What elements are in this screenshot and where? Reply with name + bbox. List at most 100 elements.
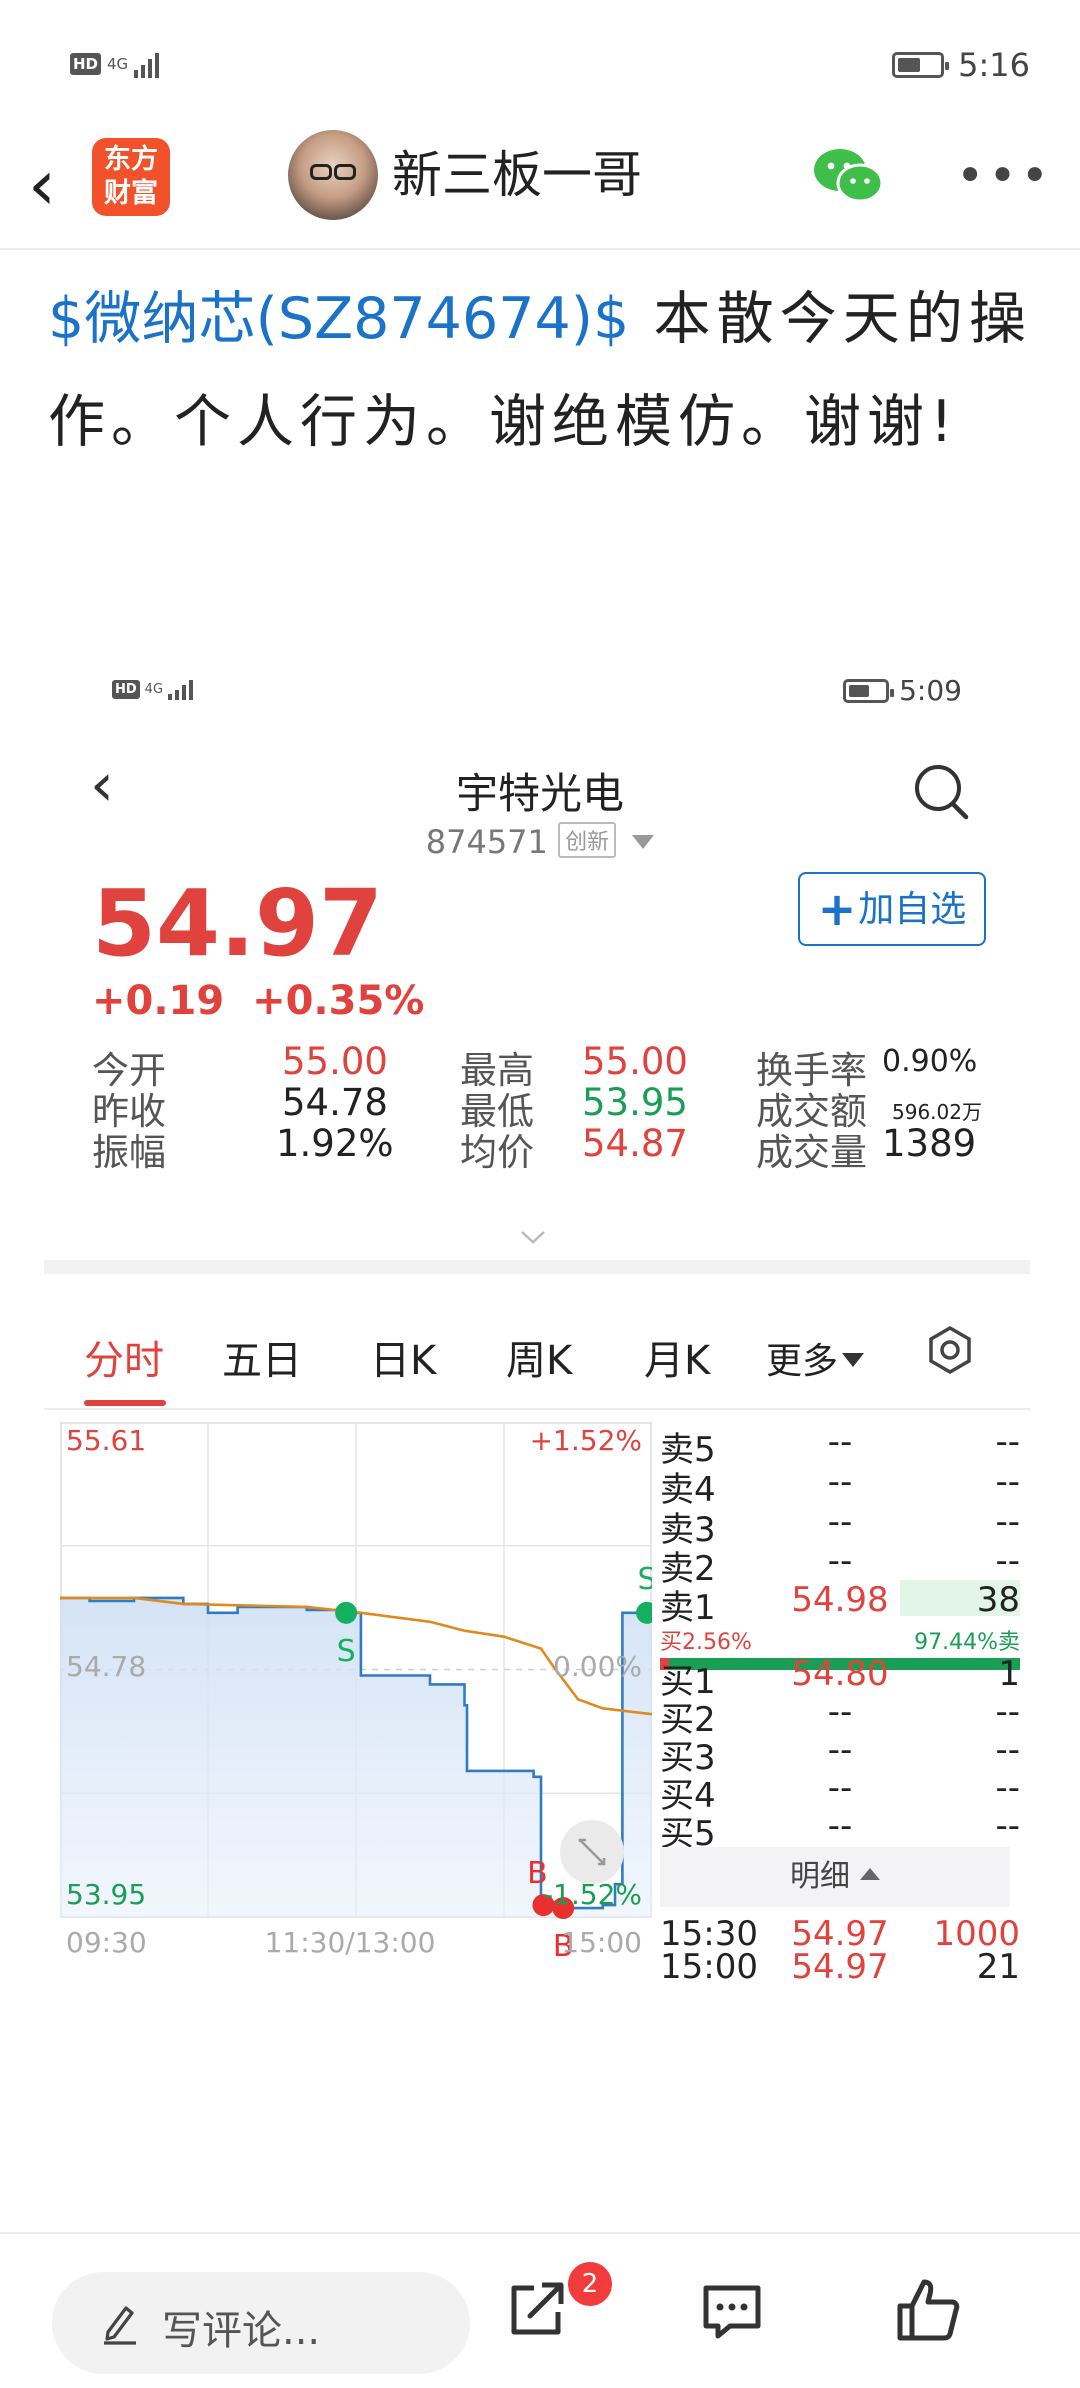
intraday-chart[interactable]: SSBB 55.61 54.78 53.95 +1.52% 0.00% -1.5… — [60, 1422, 652, 2182]
price-area-fill — [60, 1597, 652, 1917]
quote-stats: 今开 55.00 昨收 54.78 振幅 1.92% 最高 55.00 最低 5… — [92, 1040, 1002, 1240]
change-pct: +0.35% — [252, 978, 425, 1024]
avatar[interactable] — [288, 130, 378, 220]
sell-level-row: 卖4 -- -- — [660, 1462, 1020, 1510]
stat-volume: 1389 — [882, 1122, 977, 1165]
level-volume: -- — [995, 1462, 1020, 1502]
stat-label: 成交量 — [756, 1131, 867, 1174]
level-price: 54.80 — [791, 1654, 889, 1694]
add-watchlist-button[interactable]: +加自选 — [798, 872, 986, 946]
stat-prev-close: 54.78 — [282, 1081, 388, 1124]
level-volume: -- — [995, 1768, 1020, 1808]
quote-header: ‹ 宇特光电 874571 创新 — [0, 720, 1080, 890]
buy-level-row: 买4 -- -- — [660, 1768, 1020, 1816]
tab-daily-k[interactable]: 日K — [370, 1328, 436, 1386]
sell-ratio: 97.44%卖 — [914, 1630, 1020, 1655]
y-label-high: 55.61 — [66, 1424, 146, 1457]
stock-code: 874571 — [425, 823, 548, 861]
stat-label: 均价 — [460, 1131, 534, 1174]
chart-tabs: 分时 五日 日K 周K 月K 更多 — [44, 1300, 1030, 1410]
level-volume: -- — [995, 1806, 1020, 1846]
level-volume: 1 — [998, 1654, 1020, 1694]
more-icon[interactable]: ••• — [956, 148, 1053, 204]
level-volume: -- — [995, 1422, 1020, 1462]
plus-icon: + — [817, 882, 857, 936]
tab-more[interactable]: 更多 — [766, 1332, 865, 1384]
search-icon[interactable] — [912, 760, 972, 824]
bottom-bar: 写评论... 2 — [0, 2232, 1080, 2388]
detail-toggle[interactable]: 明细 — [660, 1847, 1010, 1907]
x-label-open: 09:30 — [66, 1926, 147, 1959]
stat-amplitude: 1.92% — [276, 1122, 394, 1165]
active-tab-indicator — [84, 1400, 166, 1406]
chevron-up-icon — [860, 1868, 880, 1880]
marker-label: S — [337, 1634, 356, 1669]
signal-icon — [134, 50, 160, 78]
app-logo[interactable]: 东方 财富 — [92, 138, 170, 216]
dropdown-icon — [632, 835, 655, 849]
level-volume: -- — [995, 1502, 1020, 1542]
level-price: -- — [827, 1806, 853, 1846]
sell-level-row: 卖1 54.98 38 — [660, 1580, 1020, 1628]
network-type: 4G — [144, 681, 164, 697]
share-icon[interactable] — [500, 2274, 572, 2346]
stat-high: 55.00 — [582, 1040, 688, 1083]
x-label-mid: 11:30/13:00 — [265, 1926, 436, 1959]
tab-monthly-k[interactable]: 月K — [644, 1328, 710, 1386]
tab-intraday[interactable]: 分时 — [84, 1328, 164, 1386]
settings-icon[interactable] — [924, 1324, 976, 1376]
comment-input[interactable]: 写评论... — [52, 2272, 470, 2374]
trade-time: 15:00 — [660, 1947, 758, 1987]
board-badge: 创新 — [558, 822, 617, 858]
expand-chart-icon[interactable] — [560, 1820, 624, 1884]
top-nav: ‹ 东方 财富 新三板一哥 ••• — [0, 120, 1080, 250]
order-book: 卖5 -- -- 卖4 -- -- 卖3 -- -- 卖2 -- -- 卖1 54.98 38 买2.56% 9… — [660, 1422, 1020, 2202]
signal-icon — [168, 678, 194, 700]
level-price: -- — [827, 1502, 853, 1542]
stock-tag-link[interactable]: $微纳芯(SZ874674)$ — [48, 286, 629, 352]
tab-five-day[interactable]: 五日 — [222, 1328, 302, 1386]
sell-level-row: 卖3 -- -- — [660, 1502, 1020, 1550]
tab-weekly-k[interactable]: 周K — [506, 1328, 572, 1386]
buy-level-row: 买2 -- -- — [660, 1692, 1020, 1740]
hd-icon: HD — [112, 679, 140, 699]
price-change: +0.19 +0.35% — [92, 978, 424, 1024]
last-price: 54.97 — [92, 870, 384, 977]
buy-level-row: 买1 54.80 1 — [660, 1654, 1020, 1702]
marker-label: S — [638, 1562, 652, 1597]
sell-level-row: 卖2 -- -- — [660, 1541, 1020, 1589]
level-price: -- — [827, 1541, 853, 1581]
level-price: -- — [827, 1462, 853, 1502]
battery-icon — [843, 678, 895, 703]
y-label-high-pct: +1.52% — [530, 1424, 642, 1457]
like-icon[interactable] — [892, 2274, 964, 2346]
trade-price: 54.97 — [791, 1947, 889, 1987]
status-bar: HD 4G 5:16 — [0, 0, 1080, 120]
comments-icon[interactable] — [696, 2274, 768, 2346]
stat-amount: 596.02万 — [892, 1100, 982, 1124]
battery-icon — [892, 52, 950, 78]
level-price: -- — [827, 1692, 853, 1732]
level-volume: 38 — [976, 1580, 1020, 1620]
stat-label: 振幅 — [92, 1131, 166, 1174]
dropdown-icon — [842, 1353, 865, 1367]
clock: 5:16 — [958, 46, 1030, 84]
stock-code-row[interactable]: 874571 创新 — [0, 822, 1080, 861]
buy-ratio: 买2.56% — [660, 1630, 752, 1655]
wechat-icon[interactable] — [812, 146, 884, 206]
post-content: $微纳芯(SZ874674)$ 本散今天的操作。个人行为。谢绝模仿。谢谢! — [48, 268, 1032, 474]
back-icon[interactable]: ‹ — [28, 140, 88, 230]
clock: 5:09 — [899, 674, 962, 707]
y-label-mid-pct: 0.00% — [553, 1650, 642, 1683]
username[interactable]: 新三板一哥 — [392, 140, 642, 210]
x-label-close: 15:00 — [561, 1926, 642, 1959]
expand-chevron-icon[interactable] — [520, 1230, 546, 1244]
stat-turnover-rate: 0.90% — [882, 1044, 978, 1079]
level-price: -- — [827, 1768, 853, 1808]
sell-point-marker — [335, 1601, 358, 1624]
trade-volume: 21 — [976, 1947, 1020, 1987]
attached-screenshot[interactable]: HD 4G 5:09 ‹ 宇特光电 874571 创新 54.97 +0.19 … — [0, 640, 1080, 2240]
change-abs: +0.19 — [92, 978, 225, 1024]
hd-icon: HD — [70, 53, 102, 75]
stat-open: 55.00 — [282, 1040, 388, 1083]
